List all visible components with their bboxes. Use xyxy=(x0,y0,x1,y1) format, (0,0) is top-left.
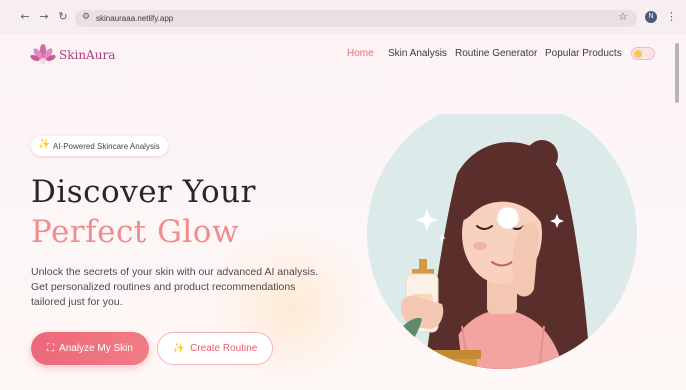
hero-description-line: Get personalized routines and product re… xyxy=(31,281,296,293)
nav-home[interactable]: Home xyxy=(347,48,374,59)
address-bar[interactable]: ⚙ skinauraaa.netlify.app xyxy=(75,10,637,27)
nav-popular-products[interactable]: Popular Products xyxy=(545,48,622,59)
brand-logo-link[interactable]: SkinAura xyxy=(30,40,115,70)
hero-description-line: tailored just for you. xyxy=(31,296,123,308)
back-icon[interactable]: ← xyxy=(19,11,31,23)
hero-title-line1: Discover Your xyxy=(31,174,256,210)
address-url: skinauraaa.netlify.app xyxy=(96,14,174,23)
hero-title-line2: Perfect Glow xyxy=(31,214,239,250)
sparkles-icon: ✨ xyxy=(38,139,51,150)
browser-toolbar: ← → ↻ ⚙ skinauraaa.netlify.app ☆ N ⋮ xyxy=(0,0,686,34)
sun-icon xyxy=(634,50,642,58)
analyze-skin-button[interactable]: ⛶ Analyze My Skin xyxy=(31,332,149,365)
hero-description: Unlock the secrets of your skin with our… xyxy=(31,265,351,310)
browser-menu-icon[interactable]: ⋮ xyxy=(666,10,677,23)
create-routine-label: Create Routine xyxy=(190,343,258,354)
lotus-logo-icon xyxy=(30,44,56,64)
nav-skin-analysis[interactable]: Skin Analysis xyxy=(388,48,447,59)
create-routine-button[interactable]: ✨ Create Routine xyxy=(157,332,273,365)
ai-badge-label: AI-Powered Skincare Analysis xyxy=(53,141,160,151)
forward-icon[interactable]: → xyxy=(38,11,50,23)
profile-avatar[interactable]: N xyxy=(645,11,657,23)
scan-icon: ⛶ xyxy=(47,343,55,354)
nav-routine-generator[interactable]: Routine Generator xyxy=(455,48,537,59)
reload-icon[interactable]: ↻ xyxy=(57,11,69,23)
magic-wand-icon: ✨ xyxy=(172,343,186,354)
ai-badge: ✨ AI-Powered Skincare Analysis xyxy=(31,136,168,156)
theme-toggle[interactable] xyxy=(631,47,655,60)
scrollbar-thumb[interactable] xyxy=(675,43,679,103)
brand-name: SkinAura xyxy=(59,48,116,62)
hero-description-line: Unlock the secrets of your skin with our… xyxy=(31,266,319,278)
woman-skincare-illustration xyxy=(367,114,637,369)
bookmark-star-icon[interactable]: ☆ xyxy=(618,11,628,23)
analyze-skin-label: Analyze My Skin xyxy=(59,343,133,354)
page-viewport: SkinAura Home Skin Analysis Routine Gene… xyxy=(0,34,686,390)
site-info-icon[interactable]: ⚙ xyxy=(82,12,90,22)
